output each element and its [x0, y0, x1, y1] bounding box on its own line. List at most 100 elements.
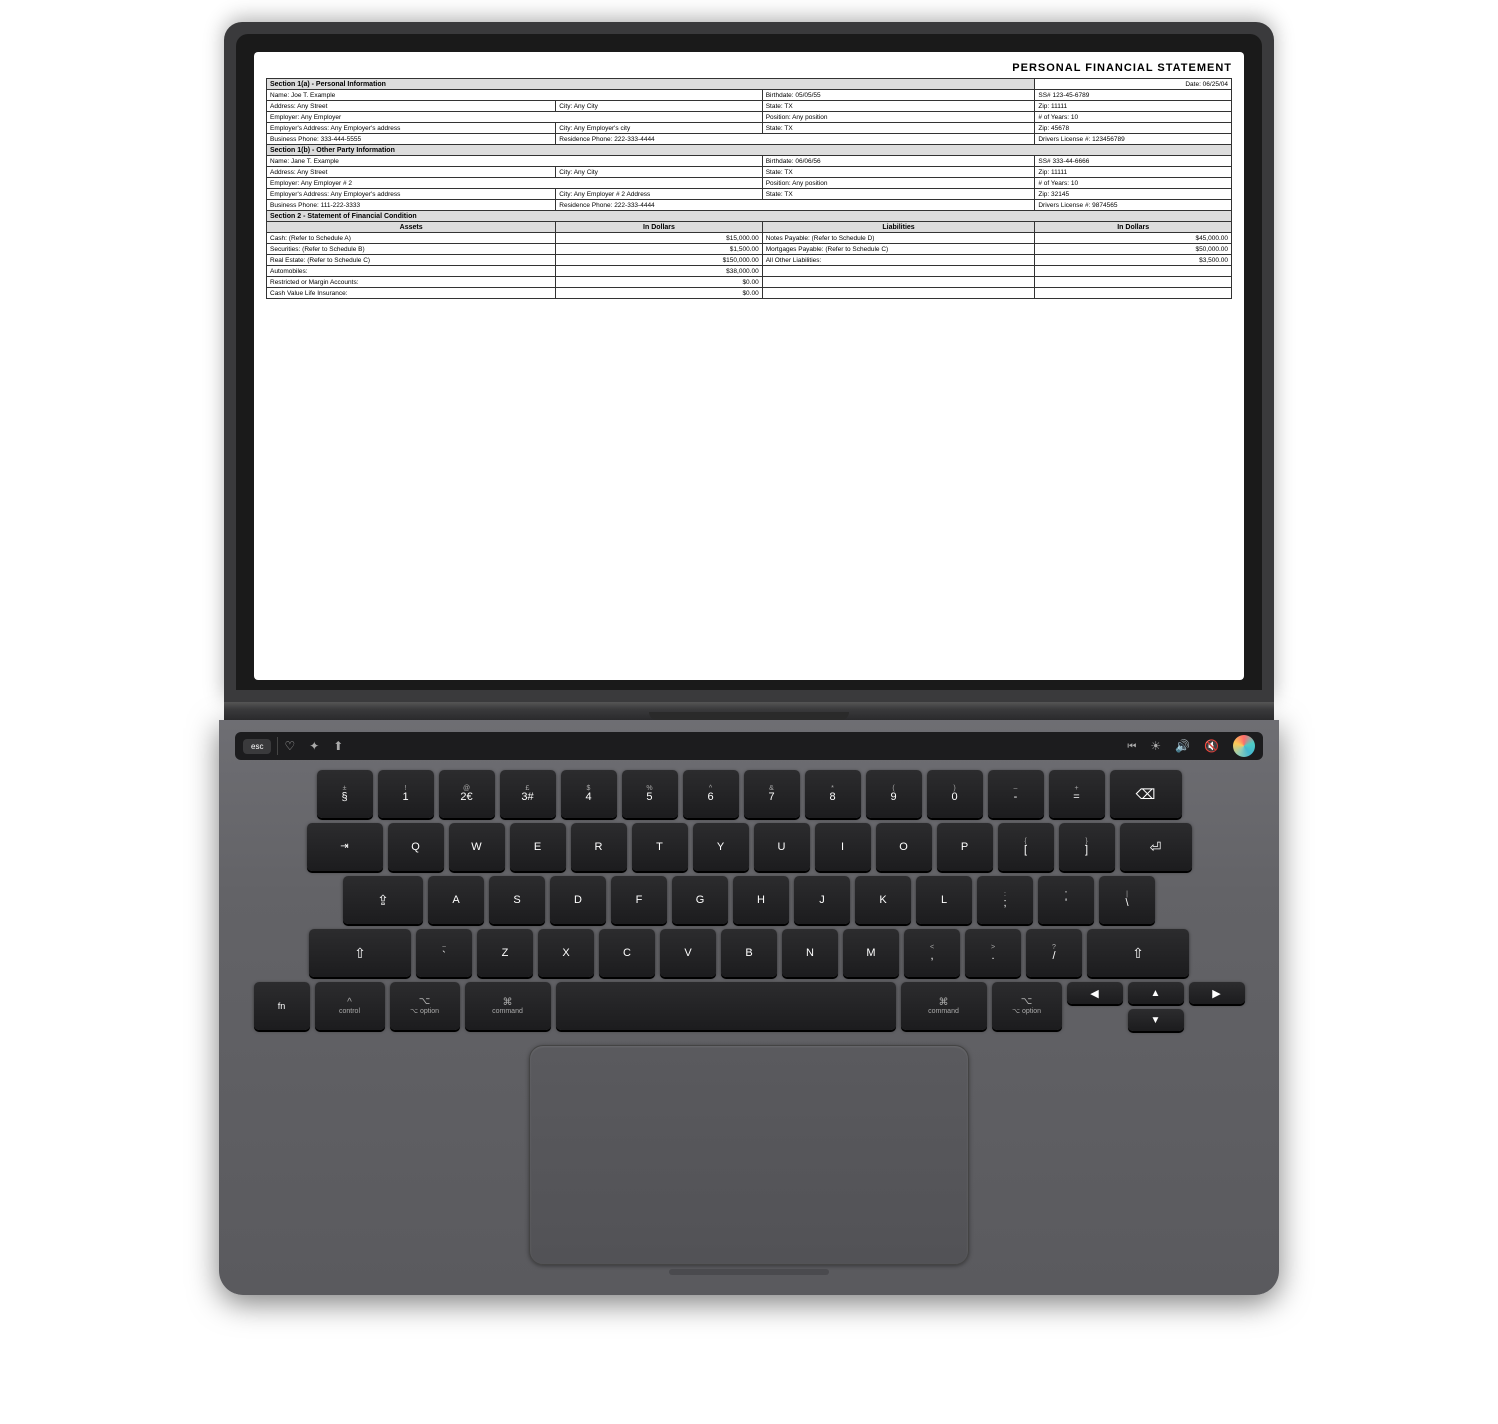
key-u[interactable]: U	[754, 823, 810, 871]
share-icon[interactable]: ⬆	[333, 739, 343, 754]
key-2[interactable]: @2€	[439, 770, 495, 818]
employer-city-field: City: Any Employer's city	[556, 123, 762, 134]
number-row: ± § !1 @2€ £3# $4 %5	[235, 770, 1263, 818]
birthdate-field: Birthdate: 05/05/55	[762, 90, 1035, 101]
key-arrow-left[interactable]: ◀	[1067, 982, 1123, 1004]
other-liabilities-amount: $3,500.00	[1035, 255, 1232, 266]
key-lshift[interactable]: ⇧	[309, 929, 411, 977]
key-8[interactable]: *8	[805, 770, 861, 818]
key-period[interactable]: >.	[965, 929, 1021, 977]
key-t[interactable]: T	[632, 823, 688, 871]
key-j[interactable]: J	[794, 876, 850, 924]
key-0[interactable]: )0	[927, 770, 983, 818]
mute-icon[interactable]: 🔇	[1204, 739, 1219, 754]
key-i[interactable]: I	[815, 823, 871, 871]
key-f[interactable]: F	[611, 876, 667, 924]
key-d[interactable]: D	[550, 876, 606, 924]
key-q[interactable]: Q	[388, 823, 444, 871]
key-s[interactable]: S	[489, 876, 545, 924]
key-z[interactable]: Z	[477, 929, 533, 977]
key-5[interactable]: %5	[622, 770, 678, 818]
touch-bar: esc ♡ ✦ ⬆ ⏮ ☀ 🔊 🔇	[235, 732, 1263, 760]
key-space[interactable]	[556, 982, 896, 1030]
key-tab[interactable]: ⇥	[307, 823, 383, 871]
touch-bar-divider	[277, 737, 278, 755]
key-1[interactable]: !1	[378, 770, 434, 818]
key-fn[interactable]: fn	[254, 982, 310, 1030]
key-h[interactable]: H	[733, 876, 789, 924]
volume-icon[interactable]: 🔊	[1175, 739, 1190, 754]
section1b-header: Section 1(b) - Other Party Information	[267, 145, 1232, 156]
document-content: PERSONAL FINANCIAL STATEMENT Section 1(a…	[254, 52, 1244, 680]
key-rbracket[interactable]: }]	[1059, 823, 1115, 871]
key-3[interactable]: £3#	[500, 770, 556, 818]
key-g[interactable]: G	[672, 876, 728, 924]
key-tilde[interactable]: ~`	[416, 929, 472, 977]
mortgages-label: Mortgages Payable: (Refer to Schedule C)	[762, 244, 1035, 255]
trackpad-area	[235, 1045, 1263, 1265]
right-option-label: ⌥ option	[1012, 1007, 1041, 1015]
zip-field: Zip: 11111	[1035, 101, 1232, 112]
key-x[interactable]: X	[538, 929, 594, 977]
key-right-command[interactable]: ⌘ command	[901, 982, 987, 1030]
notes-payable-amount: $45,000.00	[1035, 233, 1232, 244]
key-left-option[interactable]: ⌥ ⌥ option	[390, 982, 460, 1030]
esc-key[interactable]: esc	[243, 739, 271, 754]
key-4[interactable]: $4	[561, 770, 617, 818]
key-n[interactable]: N	[782, 929, 838, 977]
key-lbracket[interactable]: {[	[998, 823, 1054, 871]
key-9[interactable]: (9	[866, 770, 922, 818]
magic-icon[interactable]: ✦	[309, 739, 319, 754]
key-backspace[interactable]: ⌫	[1110, 770, 1182, 818]
key-backtick[interactable]: ± §	[317, 770, 373, 818]
key-y[interactable]: Y	[693, 823, 749, 871]
key-e[interactable]: E	[510, 823, 566, 871]
key-right-option[interactable]: ⌥ ⌥ option	[992, 982, 1062, 1030]
key-equals[interactable]: +=	[1049, 770, 1105, 818]
key-control[interactable]: ^ control	[315, 982, 385, 1030]
trackpad[interactable]	[529, 1045, 969, 1265]
key-capslock[interactable]: ⇪	[343, 876, 423, 924]
key-comma[interactable]: <,	[904, 929, 960, 977]
key-m[interactable]: M	[843, 929, 899, 977]
position2-field: Position: Any position	[762, 178, 1035, 189]
media-back-icon[interactable]: ⏮	[1127, 741, 1136, 752]
key-arrow-up[interactable]: ▲	[1128, 982, 1184, 1004]
key-arrow-down[interactable]: ▼	[1128, 1009, 1184, 1031]
key-p[interactable]: P	[937, 823, 993, 871]
key-semicolon[interactable]: :;	[977, 876, 1033, 924]
section1a-header: Section 1(a) - Personal Information	[267, 79, 1035, 90]
employer-state2-field: State: TX	[762, 189, 1035, 200]
key-r[interactable]: R	[571, 823, 627, 871]
hinge-center	[649, 712, 849, 720]
employer-address2-field: Employer's Address: Any Employer's addre…	[267, 189, 556, 200]
key-6[interactable]: ^6	[683, 770, 739, 818]
key-o[interactable]: O	[876, 823, 932, 871]
key-arrow-right[interactable]: ▶	[1189, 982, 1245, 1004]
key-rshift[interactable]: ⇧	[1087, 929, 1189, 977]
key-enter[interactable]: ⏎	[1120, 823, 1192, 871]
siri-icon[interactable]	[1233, 735, 1255, 757]
mortgages-amount: $50,000.00	[1035, 244, 1232, 255]
key-slash[interactable]: ?/	[1026, 929, 1082, 977]
screen-display: PERSONAL FINANCIAL STATEMENT Section 1(a…	[254, 52, 1244, 680]
key-v[interactable]: V	[660, 929, 716, 977]
key-l[interactable]: L	[916, 876, 972, 924]
zip2-field: Zip: 11111	[1035, 167, 1232, 178]
key-c[interactable]: C	[599, 929, 655, 977]
key-minus[interactable]: –-	[988, 770, 1044, 818]
heart-icon[interactable]: ♡	[284, 739, 295, 754]
key-a[interactable]: A	[428, 876, 484, 924]
key-k[interactable]: K	[855, 876, 911, 924]
key-left-command[interactable]: ⌘ command	[465, 982, 551, 1030]
key-b[interactable]: B	[721, 929, 777, 977]
bottom-notch-area	[235, 1269, 1263, 1275]
key-quote[interactable]: "'	[1038, 876, 1094, 924]
key-w[interactable]: W	[449, 823, 505, 871]
restricted-label: Restricted or Margin Accounts:	[267, 277, 556, 288]
arrow-up-row: ◀ ▲ ▼ ▶	[1067, 982, 1245, 1031]
key-backslash[interactable]: |\	[1099, 876, 1155, 924]
brightness-icon[interactable]: ☀	[1150, 739, 1161, 754]
automobiles-label: Automobiles:	[267, 266, 556, 277]
key-7[interactable]: &7	[744, 770, 800, 818]
